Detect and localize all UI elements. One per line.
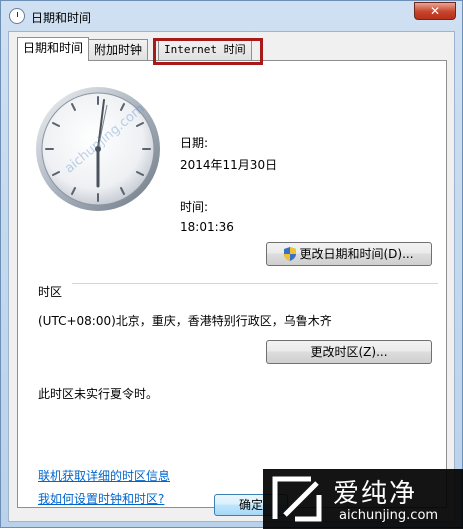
change-date-time-label: 更改日期和时间(D)...: [299, 247, 414, 261]
timezone-heading: 时区: [38, 285, 63, 299]
date-time-dialog: 日期和时间 ✕ 日期和时间 附加时钟 Internet 时间 aichunjin…: [0, 0, 463, 529]
clock-app-icon: [9, 8, 25, 24]
close-button[interactable]: ✕: [414, 2, 456, 20]
tab-panel-date-time: aichunjing.com 日期: 2014年11月30日 时间: 18:01…: [17, 60, 447, 508]
timezone-value: (UTC+08:00)北京，重庆，香港特别行政区，乌鲁木齐: [38, 314, 332, 328]
change-timezone-button[interactable]: 更改时区(Z)...: [266, 340, 432, 364]
tab-additional-clocks[interactable]: 附加时钟: [88, 39, 149, 60]
dst-note: 此时区未实行夏令时。: [38, 387, 159, 401]
brand-logo-icon: [272, 476, 322, 522]
tab-date-time[interactable]: 日期和时间: [17, 37, 90, 61]
dialog-client-area: 日期和时间 附加时钟 Internet 时间 aichunjing.com 日期…: [8, 31, 455, 522]
time-label: 时间:: [180, 200, 209, 214]
highlight-box: [153, 38, 263, 65]
how-to-set-clock-link[interactable]: 我如何设置时钟和时区?: [38, 490, 164, 507]
uac-shield-icon: [284, 247, 297, 261]
window-title: 日期和时间: [31, 11, 92, 25]
brand-name-cn: 爱纯净: [333, 479, 418, 509]
online-timezone-info-link[interactable]: 联机获取详细的时区信息: [38, 467, 170, 484]
date-value: 2014年11月30日: [180, 158, 278, 172]
date-label: 日期:: [180, 136, 209, 150]
close-icon: ✕: [429, 4, 441, 18]
brand-watermark: 爱纯净 aichunjing.com: [263, 469, 463, 529]
time-value: 18:01:36: [180, 220, 234, 234]
title-bar[interactable]: 日期和时间 ✕: [1, 1, 462, 31]
timezone-separator: [72, 283, 438, 284]
brand-url: aichunjing.com: [339, 508, 439, 523]
change-date-time-button[interactable]: 更改日期和时间(D)...: [266, 242, 432, 266]
